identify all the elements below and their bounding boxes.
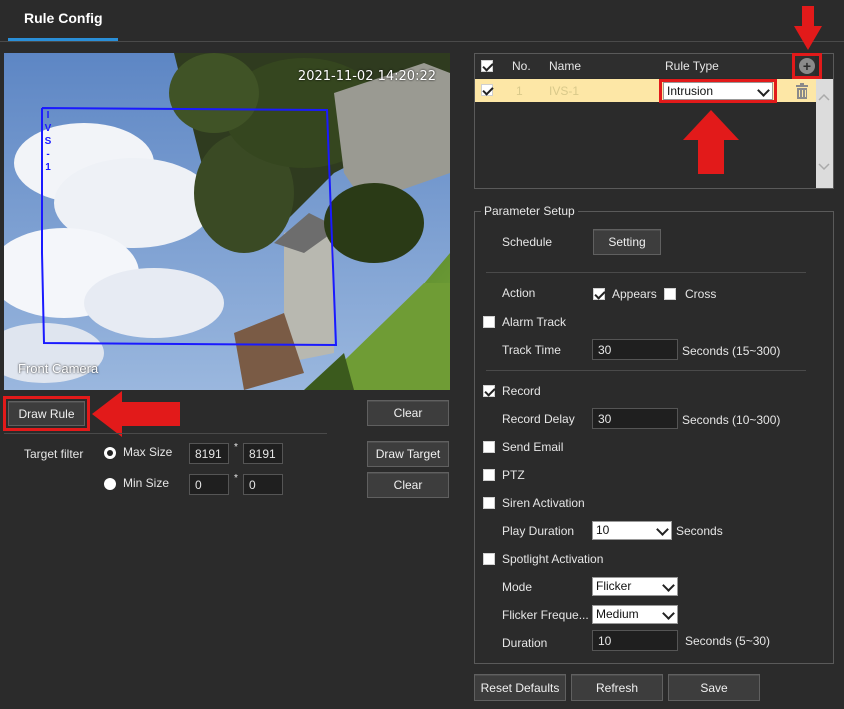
size-separator: * <box>234 442 238 453</box>
chevron-down-icon <box>662 579 675 592</box>
play-duration-select[interactable]: 10 <box>592 521 672 540</box>
schedule-setting-button[interactable]: Setting <box>593 229 661 255</box>
chevron-down-icon <box>656 523 669 536</box>
record-checkbox[interactable] <box>483 385 495 397</box>
duration-unit: Seconds (5~30) <box>685 634 771 648</box>
draw-target-button[interactable]: Draw Target <box>367 441 449 467</box>
arrow-left-icon <box>92 391 180 437</box>
send-email-checkbox[interactable] <box>483 441 495 453</box>
spotlight-activation-label: Spotlight Activation <box>502 552 604 566</box>
flicker-frequency-label: Flicker Freque... <box>502 608 589 622</box>
divider <box>4 433 327 434</box>
play-duration-value: 10 <box>596 523 610 537</box>
arrow-down-icon <box>794 6 822 50</box>
clear-rule-button[interactable]: Clear <box>367 400 449 426</box>
track-time-unit: Seconds (15~300) <box>682 344 781 358</box>
duration-input[interactable]: 10 <box>592 630 678 651</box>
send-email-label: Send Email <box>502 440 564 454</box>
mode-value: Flicker <box>596 579 632 593</box>
header-rule-type: Rule Type <box>665 59 719 73</box>
appears-checkbox[interactable] <box>593 288 605 300</box>
max-height-input[interactable]: 8191 <box>243 443 283 464</box>
draw-rule-button[interactable]: Draw Rule <box>8 401 85 426</box>
add-rule-icon[interactable]: + <box>799 58 815 74</box>
schedule-label: Schedule <box>502 235 553 249</box>
scroll-up-icon[interactable] <box>818 93 830 101</box>
record-delay-unit: Seconds (10~300) <box>682 413 781 427</box>
save-button[interactable]: Save <box>668 674 760 701</box>
record-label: Record <box>502 384 541 398</box>
play-duration-label: Play Duration <box>502 524 575 538</box>
scroll-down-icon[interactable] <box>818 163 830 171</box>
trash-icon[interactable] <box>795 83 809 99</box>
chevron-down-icon <box>662 607 675 620</box>
max-size-radio[interactable] <box>104 447 116 459</box>
siren-activation-checkbox[interactable] <box>483 497 495 509</box>
active-tab-indicator <box>8 38 118 41</box>
divider <box>486 272 806 273</box>
flicker-frequency-select[interactable]: Medium <box>592 605 678 624</box>
target-filter-label: Target filter <box>24 447 84 461</box>
cross-label: Cross <box>685 287 717 301</box>
ptz-checkbox[interactable] <box>483 469 495 481</box>
record-delay-label: Record Delay <box>502 412 575 426</box>
play-duration-unit: Seconds <box>676 524 723 538</box>
mode-select[interactable]: Flicker <box>592 577 678 596</box>
header-no: No. <box>512 59 531 73</box>
min-size-label: Min Size <box>123 476 170 490</box>
select-all-checkbox[interactable] <box>481 60 493 72</box>
min-height-input[interactable]: 0 <box>243 474 283 495</box>
tab-rule-config[interactable]: Rule Config <box>10 0 118 40</box>
spotlight-activation-checkbox[interactable] <box>483 553 495 565</box>
refresh-button[interactable]: Refresh <box>571 674 663 701</box>
alarm-track-label: Alarm Track <box>502 315 567 329</box>
alarm-track-checkbox[interactable] <box>483 316 495 328</box>
rule-type-select[interactable]: Intrusion <box>663 82 773 100</box>
flicker-frequency-value: Medium <box>596 607 639 621</box>
tab-bar <box>0 0 844 42</box>
video-timestamp: 2021-11-02 14:20:22 <box>297 69 436 84</box>
track-time-label: Track Time <box>502 343 561 357</box>
clear-target-button[interactable]: Clear <box>367 472 449 498</box>
max-size-label: Max Size <box>123 445 173 459</box>
max-width-input[interactable]: 8191 <box>189 443 229 464</box>
size-separator: * <box>234 473 238 484</box>
row-name[interactable]: IVS-1 <box>549 84 579 98</box>
record-delay-input[interactable]: 30 <box>592 408 678 429</box>
cross-checkbox[interactable] <box>664 288 676 300</box>
appears-label: Appears <box>612 287 657 301</box>
mode-label: Mode <box>502 580 533 594</box>
siren-activation-label: Siren Activation <box>502 496 585 510</box>
min-size-radio[interactable] <box>104 478 116 490</box>
rule-type-value: Intrusion <box>667 84 714 98</box>
camera-name-overlay: Front Camera <box>18 361 99 376</box>
min-width-input[interactable]: 0 <box>189 474 229 495</box>
header-name: Name <box>549 59 582 73</box>
action-label: Action <box>502 286 536 300</box>
tab-label: Rule Config <box>24 10 103 26</box>
divider <box>486 370 806 371</box>
row-checkbox[interactable] <box>481 84 493 96</box>
rule-overlay-label: IVS-1 <box>44 110 52 173</box>
row-no: 1 <box>516 84 523 98</box>
arrow-up-icon <box>683 110 739 174</box>
parameter-setup-legend: Parameter Setup <box>481 204 578 218</box>
duration-label: Duration <box>502 636 548 650</box>
ptz-label: PTZ <box>502 468 525 482</box>
chevron-down-icon <box>757 84 770 97</box>
track-time-input[interactable]: 30 <box>592 339 678 360</box>
video-preview[interactable]: 2021-11-02 14:20:22 Front Camera IVS-1 <box>4 53 450 390</box>
parameter-setup-panel <box>474 211 834 664</box>
camera-image <box>4 53 450 390</box>
reset-defaults-button[interactable]: Reset Defaults <box>474 674 566 701</box>
